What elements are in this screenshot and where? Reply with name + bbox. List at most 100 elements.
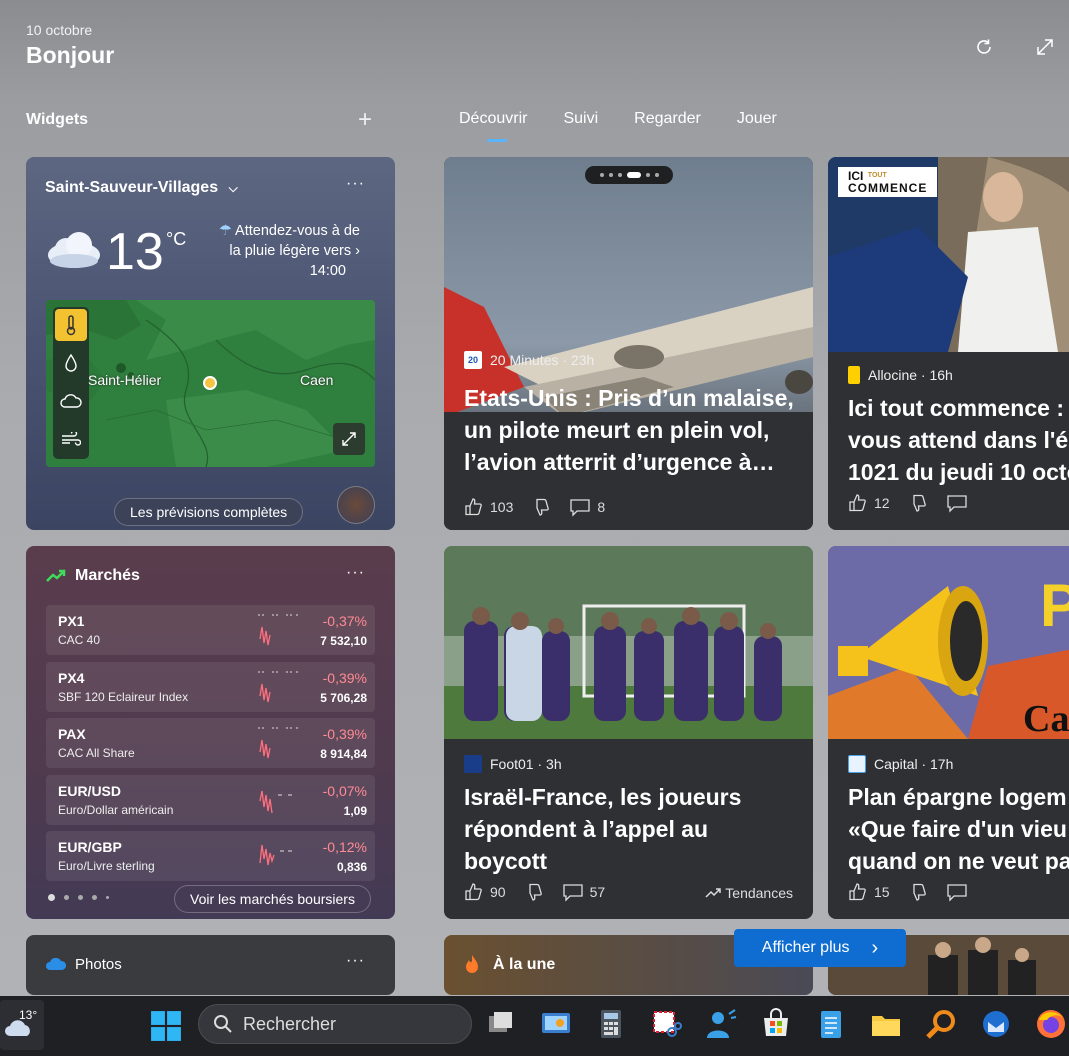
foot01-logo-icon bbox=[464, 755, 482, 773]
market-change: -0,37% bbox=[322, 613, 367, 629]
news-source-label: 20 Minutes · 23h bbox=[490, 352, 595, 368]
market-sparkline bbox=[258, 671, 300, 703]
tab-jouer[interactable]: Jouer bbox=[737, 110, 777, 128]
comment-button[interactable]: 8 bbox=[569, 497, 605, 517]
refresh-icon[interactable] bbox=[973, 36, 995, 58]
badge-word: COMMENCE bbox=[848, 181, 928, 195]
trending-icon bbox=[705, 888, 722, 898]
dislike-button[interactable] bbox=[908, 882, 928, 902]
weather-location-label: Saint-Sauveur-Villages bbox=[45, 179, 219, 196]
market-row[interactable]: PAX CAC All Share -0,39% 8 914,84 bbox=[46, 718, 375, 768]
search-everything-icon[interactable] bbox=[925, 1008, 957, 1040]
market-row[interactable]: PX4 SBF 120 Eclaireur Index -0,39% 5 706… bbox=[46, 662, 375, 712]
expand-icon[interactable] bbox=[1034, 36, 1056, 58]
news-source[interactable]: 20 20 Minutes · 23h bbox=[464, 351, 594, 369]
windows-start-icon[interactable] bbox=[150, 1010, 182, 1042]
like-button[interactable]: 103 bbox=[464, 497, 513, 517]
market-change: -0,39% bbox=[322, 670, 367, 686]
like-count: 15 bbox=[874, 884, 890, 900]
precipitation-icon[interactable] bbox=[55, 347, 87, 379]
photos-more-button[interactable]: ··· bbox=[346, 952, 365, 970]
news-headline[interactable]: Etats-Unis : Pris d’un malaise, un pilot… bbox=[464, 382, 794, 478]
comment-button[interactable]: 57 bbox=[562, 882, 605, 902]
taskbar-weather-temp: 13° bbox=[19, 1008, 38, 1022]
headline-line: Israël-France, les joueurs bbox=[464, 784, 742, 810]
tab-suivi[interactable]: Suivi bbox=[563, 110, 598, 128]
weather-avatar[interactable] bbox=[337, 486, 375, 524]
thermometer-icon[interactable] bbox=[55, 309, 87, 341]
allocine-logo-icon bbox=[848, 366, 860, 384]
market-sparkline bbox=[258, 614, 300, 646]
chevron-right-icon: › bbox=[871, 936, 879, 959]
news-headline[interactable]: Plan épargne logem «Que faire d'un vieu … bbox=[848, 781, 1069, 877]
news-source-label: Allocine · 16h bbox=[868, 367, 953, 383]
file-explorer-icon[interactable] bbox=[870, 1008, 902, 1040]
wind-icon[interactable] bbox=[55, 423, 87, 455]
like-button[interactable]: 15 bbox=[848, 882, 890, 902]
microsoft-store-icon[interactable] bbox=[760, 1008, 792, 1040]
comment-icon bbox=[946, 884, 967, 902]
markets-widget[interactable]: Marchés ··· PX1 CAC 40 -0,37% 7 532,10 P… bbox=[26, 546, 395, 919]
news-card[interactable]: P Ca Capital · 17h Plan épargne logem «Q… bbox=[828, 546, 1069, 919]
flame-icon bbox=[466, 955, 478, 973]
tab-decouvrir[interactable]: Découvrir bbox=[459, 110, 527, 142]
like-button[interactable]: 90 bbox=[464, 882, 506, 902]
news-source-label: Foot01 · 3h bbox=[490, 756, 562, 772]
weather-widget[interactable]: Saint-Sauveur-Villages ⌵ ··· 13 °C ☂ Att… bbox=[26, 157, 395, 530]
firefox-icon[interactable] bbox=[1035, 1008, 1067, 1040]
date-label: 10 octobre bbox=[26, 22, 93, 38]
news-card[interactable]: Foot01 · 3h Israël-France, les joueurs r… bbox=[444, 546, 813, 919]
weather-temperature: 13 bbox=[106, 223, 164, 281]
comment-button[interactable] bbox=[946, 882, 968, 902]
weather-forecast-summary[interactable]: ☂ Attendez-vous à de la pluie légère ver… bbox=[210, 221, 360, 281]
headline-line: boycott bbox=[464, 848, 548, 874]
news-source[interactable]: Capital · 17h bbox=[848, 755, 953, 773]
location-marker bbox=[203, 376, 217, 390]
cloud-layer-icon[interactable] bbox=[55, 385, 87, 417]
weather-map[interactable]: Saint-Hélier Caen bbox=[46, 300, 375, 467]
widgets-panel: 10 octobre Bonjour Widgets + Découvrir S… bbox=[0, 0, 1069, 996]
dislike-button[interactable] bbox=[531, 497, 551, 517]
photos-widget[interactable]: Photos ··· bbox=[26, 935, 395, 995]
market-name: CAC All Share bbox=[58, 746, 135, 760]
news-source[interactable]: Allocine · 16h bbox=[848, 366, 953, 384]
calculator-icon[interactable] bbox=[595, 1008, 627, 1040]
markets-more-button[interactable]: ··· bbox=[346, 564, 365, 582]
notepad-icon[interactable] bbox=[815, 1008, 847, 1040]
weather-location[interactable]: Saint-Sauveur-Villages ⌵ bbox=[45, 179, 238, 197]
market-row[interactable]: EUR/GBP Euro/Livre sterling -0,12% 0,836 bbox=[46, 831, 375, 881]
market-name: Euro/Livre sterling bbox=[58, 859, 155, 873]
news-headline[interactable]: Israël-France, les joueurs répondent à l… bbox=[464, 781, 741, 877]
feed-tabs: Découvrir Suivi Regarder Jouer bbox=[459, 110, 813, 142]
control-panel-icon[interactable] bbox=[540, 1008, 572, 1040]
taskbar-search[interactable]: Rechercher bbox=[198, 1004, 472, 1044]
trending-label: Tendances bbox=[705, 885, 793, 901]
news-card[interactable]: 20 20 Minutes · 23h Etats-Unis : Pris d’… bbox=[444, 157, 813, 530]
news-source[interactable]: Foot01 · 3h bbox=[464, 755, 562, 773]
show-more-label: Afficher plus bbox=[761, 939, 850, 956]
see-markets-button[interactable]: Voir les marchés boursiers bbox=[174, 885, 371, 913]
like-button[interactable]: 12 bbox=[848, 493, 890, 513]
dislike-button[interactable] bbox=[524, 882, 544, 902]
dislike-button[interactable] bbox=[908, 493, 928, 513]
map-expand-icon[interactable] bbox=[333, 423, 365, 455]
taskbar-weather-button[interactable]: 13° bbox=[0, 1000, 44, 1050]
tab-regarder[interactable]: Regarder bbox=[634, 110, 701, 128]
full-forecast-button[interactable]: Les prévisions complètes bbox=[114, 498, 304, 526]
market-row[interactable]: EUR/USD Euro/Dollar américain -0,07% 1,0… bbox=[46, 775, 375, 825]
thunderbird-icon[interactable] bbox=[980, 1008, 1012, 1040]
weather-more-button[interactable]: ··· bbox=[346, 175, 365, 193]
people-icon[interactable] bbox=[705, 1008, 737, 1040]
market-sparkline bbox=[259, 790, 292, 814]
task-view-icon[interactable] bbox=[485, 1008, 517, 1040]
market-row[interactable]: PX1 CAC 40 -0,37% 7 532,10 bbox=[46, 605, 375, 655]
comment-button[interactable] bbox=[946, 493, 968, 513]
snipping-tool-icon[interactable] bbox=[650, 1008, 682, 1040]
show-more-button[interactable]: Afficher plus › bbox=[734, 929, 906, 967]
add-widget-button[interactable]: + bbox=[358, 106, 372, 134]
news-actions: 15 bbox=[848, 882, 968, 902]
news-headline[interactable]: Ici tout commence : vous attend dans l'é… bbox=[848, 392, 1069, 488]
market-change: -0,39% bbox=[322, 726, 367, 742]
news-card[interactable]: ICI TOUT COMMENCE Allocine · 16h Ici tou… bbox=[828, 157, 1069, 530]
search-icon bbox=[214, 1015, 232, 1033]
